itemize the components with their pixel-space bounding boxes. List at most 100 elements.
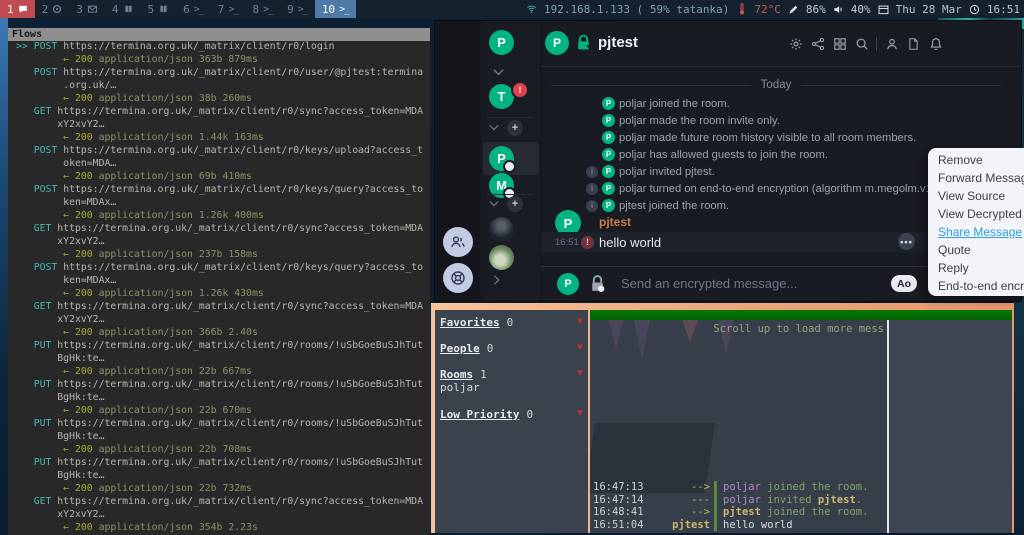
flow-line[interactable]: ← 200 application/json 1.26k 400ms	[16, 210, 430, 223]
workspace-7[interactable]: 7>_	[211, 0, 246, 18]
settings-gear-icon[interactable]	[788, 36, 803, 51]
workspace-number: 9	[287, 3, 294, 16]
chevron-down-icon[interactable]	[493, 68, 504, 76]
flow-line[interactable]: PUT https://termina.org.uk/_matrix/clien…	[16, 379, 430, 392]
workspace-number: 1	[7, 3, 14, 16]
menu-item-reply[interactable]: Reply	[928, 259, 1024, 277]
flow-line[interactable]: BgHk:te…	[16, 470, 430, 483]
workspace-number: 4	[112, 3, 119, 16]
workspace-number: 10	[322, 3, 335, 16]
room-avatar-image[interactable]	[489, 217, 514, 242]
speaker-icon	[831, 2, 846, 17]
flow-line[interactable]: POST https://termina.org.uk/_matrix/clie…	[16, 262, 430, 275]
flow-line[interactable]: oken=MDA…	[16, 158, 430, 171]
chevron-down-icon[interactable]	[489, 124, 499, 131]
flow-line[interactable]: .org.uk/…	[16, 80, 430, 93]
group-count: 0	[526, 408, 533, 421]
book-icon	[158, 4, 169, 14]
message-input[interactable]: Send an encrypted message...	[621, 276, 797, 291]
format-button[interactable]: Ao	[891, 275, 917, 292]
flow-line[interactable]: ← 200 application/json 38b 260ms	[16, 93, 430, 106]
flow-line[interactable]: GET https://termina.org.uk/_matrix/clien…	[16, 301, 430, 314]
flow-line[interactable]: ken=MDAx…	[16, 197, 430, 210]
event-text: poljar joined the room.	[619, 98, 730, 110]
divider	[876, 37, 877, 51]
flow-line[interactable]: ← 200 application/json 22b 732ms	[16, 483, 430, 496]
workspace-2[interactable]: 2	[35, 0, 70, 18]
flow-line[interactable]: GET https://termina.org.uk/_matrix/clien…	[16, 223, 430, 236]
share-icon[interactable]	[810, 36, 825, 51]
flow-line[interactable]: ← 200 application/json 22b 667ms	[16, 366, 430, 379]
flow-line[interactable]: BgHk:te…	[16, 353, 430, 366]
help-button[interactable]	[443, 263, 473, 293]
files-icon[interactable]	[906, 36, 921, 51]
menu-item-remove[interactable]: Remove	[928, 151, 1024, 169]
workspace-6[interactable]: 6>_	[176, 0, 211, 18]
flow-line[interactable]: ← 200 application/json 237b 158ms	[16, 249, 430, 262]
flow-line[interactable]: PUT https://termina.org.uk/_matrix/clien…	[16, 457, 430, 470]
flow-line[interactable]: ← 200 application/json 1.44k 163ms	[16, 132, 430, 145]
flow-line[interactable]: GET https://termina.org.uk/_matrix/clien…	[16, 496, 430, 509]
flow-line[interactable]: POST https://termina.org.uk/_matrix/clie…	[16, 184, 430, 197]
workspace-8[interactable]: 8>_	[245, 0, 280, 18]
menu-item-end-to-end-encry[interactable]: End-to-end encry	[928, 277, 1024, 295]
flow-line[interactable]: ← 200 application/json 22b 670ms	[16, 405, 430, 418]
room-avatar-image[interactable]	[489, 245, 514, 270]
flow-line[interactable]: PUT https://termina.org.uk/_matrix/clien…	[16, 418, 430, 431]
message-options-button[interactable]: •••	[898, 233, 915, 250]
flow-line[interactable]: POST https://termina.org.uk/_matrix/clie…	[16, 145, 430, 158]
add-room-button[interactable]: +	[507, 196, 523, 212]
e2e-lock-icon	[575, 34, 592, 52]
workspace-4[interactable]: 4	[105, 0, 141, 18]
prefix-separator	[714, 506, 717, 519]
search-icon[interactable]	[854, 36, 869, 51]
flow-line[interactable]: ← 200 application/json 69b 410ms	[16, 171, 430, 184]
flow-line[interactable]: ← 200 application/json 366b 2.40s	[16, 327, 430, 340]
notifications-bell-icon[interactable]	[928, 36, 943, 51]
room-avatar-pjtest[interactable]: P	[489, 146, 514, 171]
room-header-avatar[interactable]: P	[545, 31, 569, 55]
members-button[interactable]	[443, 227, 473, 257]
menu-item-view-source[interactable]: View Source	[928, 187, 1024, 205]
members-icon[interactable]	[884, 36, 899, 51]
workspace-5[interactable]: 5	[141, 0, 177, 18]
flow-line[interactable]: BgHk:te…	[16, 431, 430, 444]
flow-line[interactable]: xY2xvY2…	[16, 236, 430, 249]
group-header-rooms[interactable]: Rooms1	[440, 368, 487, 381]
flow-line[interactable]: ← 200 application/json 363b 879ms	[16, 54, 430, 67]
menu-item-share-message[interactable]: Share Message	[928, 223, 1024, 241]
group-name: Rooms	[440, 368, 473, 381]
user-avatar[interactable]: P	[489, 30, 514, 55]
mitmproxy-flow-list: >> POST https://termina.org.uk/_matrix/c…	[8, 41, 430, 535]
workspace-10[interactable]: 10>_	[315, 0, 356, 18]
flow-line[interactable]: xY2xvY2…	[16, 509, 430, 522]
group-header-low-priority[interactable]: Low Priority0	[440, 408, 533, 421]
flow-line[interactable]: ← 200 application/json 1.26k 430ms	[16, 288, 430, 301]
flow-line[interactable]: PUT https://termina.org.uk/_matrix/clien…	[16, 340, 430, 353]
workspace-3[interactable]: 3	[69, 0, 105, 18]
menu-item-view-decrypted-s[interactable]: View Decrypted S	[928, 205, 1024, 223]
apps-grid-icon[interactable]	[832, 36, 847, 51]
workspace-1[interactable]: 1	[0, 0, 35, 18]
flow-line[interactable]: ← 200 application/json 354b 2.23s	[16, 522, 430, 535]
add-room-button[interactable]: +	[507, 120, 523, 136]
chevron-right-icon[interactable]	[493, 275, 500, 285]
group-header-favorites[interactable]: Favorites0	[440, 316, 513, 329]
flow-line[interactable]: >> POST https://termina.org.uk/_matrix/c…	[16, 41, 430, 54]
buffer-item[interactable]: poljar	[440, 381, 480, 394]
message-sender: pjtest	[599, 215, 631, 229]
flow-line[interactable]: xY2xvY2…	[16, 119, 430, 132]
menu-item-forward-message[interactable]: Forward Message	[928, 169, 1024, 187]
workspace-9[interactable]: 9>_	[280, 0, 315, 18]
group-header-people[interactable]: People0	[440, 342, 493, 355]
flow-line[interactable]: BgHk:te…	[16, 392, 430, 405]
flow-line[interactable]: POST https://termina.org.uk/_matrix/clie…	[16, 67, 430, 80]
wallpaper-left-strip	[0, 18, 8, 535]
flow-line[interactable]: GET https://termina.org.uk/_matrix/clien…	[16, 106, 430, 119]
flow-line[interactable]: xY2xvY2…	[16, 314, 430, 327]
menu-item-quote[interactable]: Quote	[928, 241, 1024, 259]
chevron-down-icon[interactable]	[489, 200, 499, 207]
flow-line[interactable]: ken=MDAx…	[16, 275, 430, 288]
buffer-list-pane: Favorites0▼People0▼Rooms1▼poljarLow Prio…	[435, 310, 588, 533]
flow-line[interactable]: ← 200 application/json 22b 708ms	[16, 444, 430, 457]
